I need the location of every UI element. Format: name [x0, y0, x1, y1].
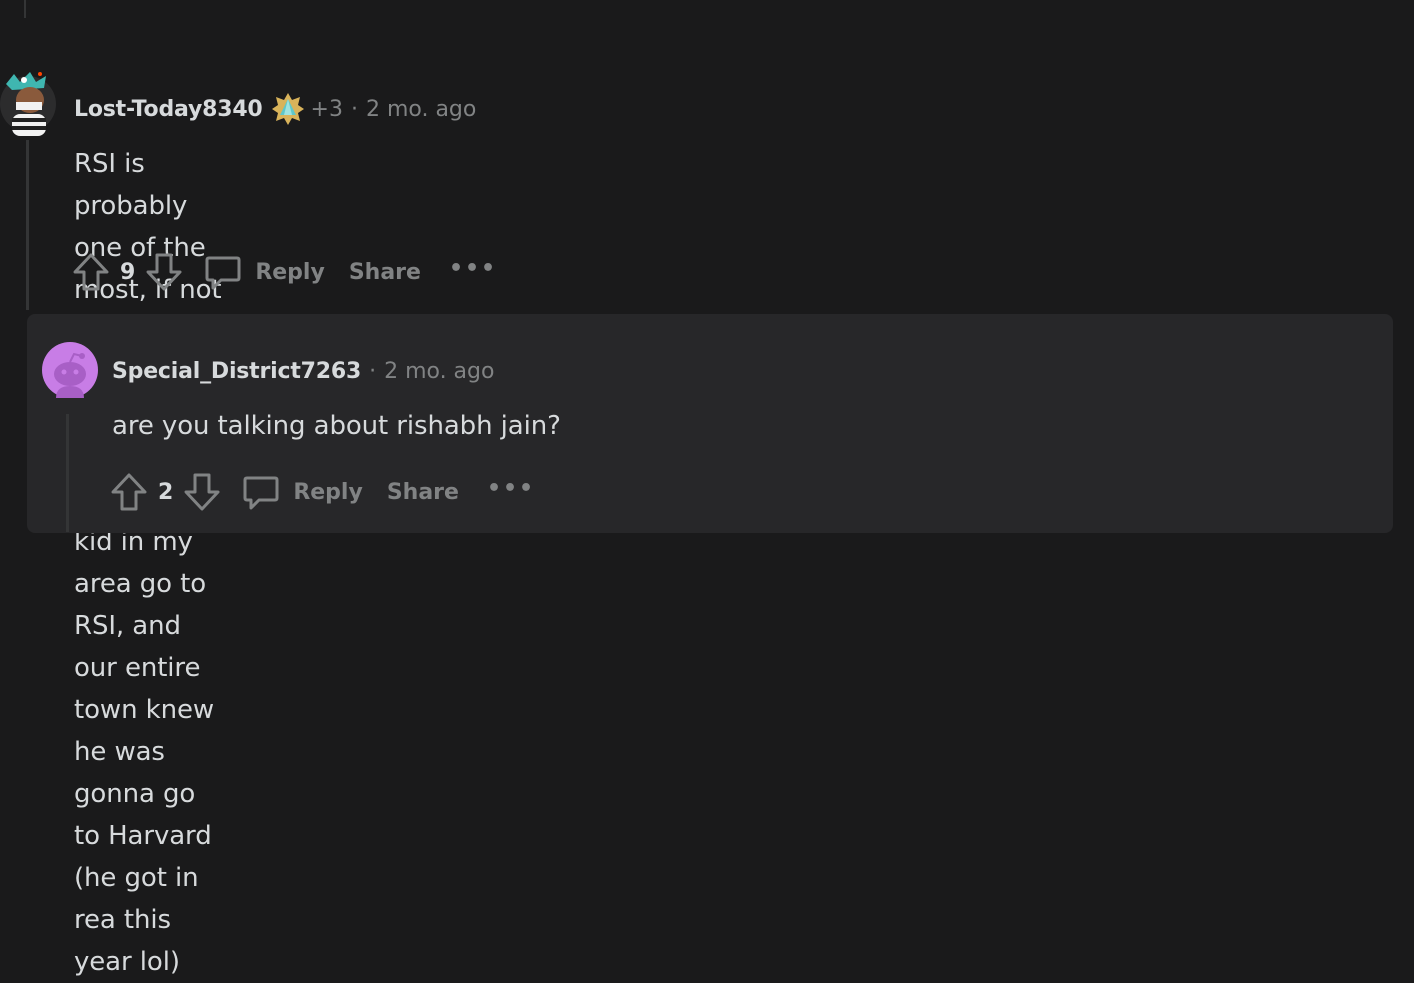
comment-actions: 9 Reply Share ••• — [72, 251, 497, 293]
comment-bubble-icon — [205, 256, 241, 290]
thread-line-top — [24, 0, 26, 18]
reply-body: are you talking about rishabh jain? — [112, 411, 561, 441]
upvote-arrow-icon[interactable] — [110, 472, 148, 512]
downvote-arrow-icon[interactable] — [183, 472, 221, 512]
reply-meta: Special_District7263 · 2 mo. ago — [112, 355, 494, 387]
achievement-badge-icon[interactable] — [271, 92, 305, 126]
share-button[interactable]: Share — [349, 260, 421, 285]
thread-line[interactable] — [66, 414, 69, 532]
vote-count: 9 — [120, 259, 136, 285]
share-label: Share — [386, 479, 459, 505]
reply-label: Reply — [255, 259, 325, 285]
meta-separator: · — [350, 96, 358, 122]
comment-body-line: area go to RSI, and our entire town knew… — [74, 569, 215, 977]
share-button[interactable]: Share — [387, 480, 459, 505]
comment-author[interactable]: Lost-Today8340 — [74, 97, 263, 122]
meta-separator: · — [369, 358, 377, 384]
vote-count: 2 — [158, 479, 174, 505]
avatar[interactable] — [0, 66, 56, 136]
comment-timestamp[interactable]: 2 mo. ago — [366, 97, 476, 122]
reply-author[interactable]: Special_District7263 — [112, 359, 361, 384]
reply-label: Reply — [293, 479, 363, 505]
extra-flairs-count[interactable]: +3 — [311, 97, 343, 122]
more-options-button[interactable]: ••• — [449, 256, 497, 281]
upvote-arrow-icon[interactable] — [72, 252, 110, 292]
thread-line[interactable] — [26, 140, 29, 310]
more-options-button[interactable]: ••• — [487, 476, 535, 501]
reply-avatar[interactable] — [42, 342, 98, 398]
reply-actions: 2 Reply Share ••• — [110, 471, 535, 513]
comment-bubble-icon — [243, 476, 279, 510]
reply-timestamp[interactable]: 2 mo. ago — [384, 359, 494, 384]
reply-button[interactable]: Reply — [203, 252, 325, 292]
share-label: Share — [348, 259, 421, 285]
reply-button[interactable]: Reply — [241, 472, 363, 512]
downvote-arrow-icon[interactable] — [145, 252, 183, 292]
comment-meta: Lost-Today8340 +3 · 2 mo. ago — [74, 92, 476, 126]
